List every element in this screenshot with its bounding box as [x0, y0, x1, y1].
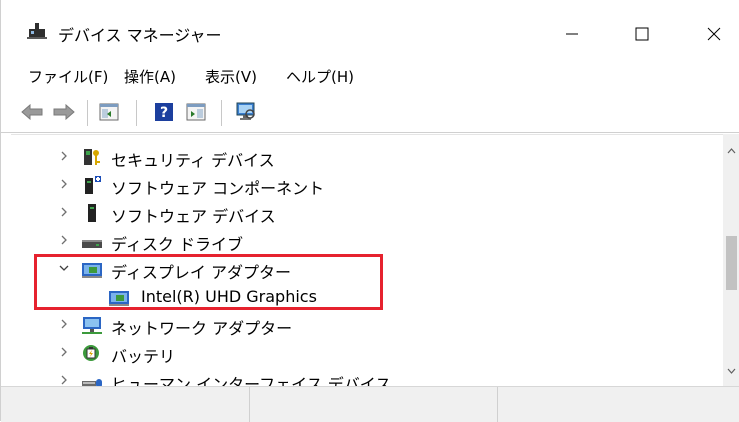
properties-icon: [186, 103, 206, 121]
toolbar-separator: [136, 100, 137, 126]
disk-drive-icon: [82, 240, 102, 248]
status-bar: [1, 386, 739, 422]
toolbar-separator: [87, 100, 88, 126]
chevron-right-icon[interactable]: [58, 234, 70, 246]
tree-item-label: ソフトウェア デバイス: [111, 207, 276, 226]
tree-item-disk-drives[interactable]: ディスク ドライブ: [11, 227, 711, 255]
tree-item-label: ソフトウェア コンポーネント: [111, 179, 325, 198]
toolbar: ?: [1, 92, 739, 133]
tree-item-network-adapters[interactable]: ネットワーク アダプター: [11, 311, 711, 339]
forward-button[interactable]: [51, 100, 77, 124]
tree-item-software-devices[interactable]: ソフトウェア デバイス: [11, 199, 711, 227]
menu-bar: ファイル(F) 操作(A) 表示(V) ヘルプ(H): [1, 60, 739, 90]
svg-text:?: ?: [160, 105, 168, 121]
scan-hardware-icon: [236, 102, 255, 120]
status-divider: [249, 387, 250, 422]
chevron-right-icon[interactable]: [58, 346, 70, 358]
scrollbar-thumb[interactable]: [726, 236, 737, 290]
menu-help[interactable]: ヘルプ(H): [286, 66, 354, 87]
tree-item-software-components[interactable]: ソフトウェア コンポーネント: [11, 171, 711, 199]
scroll-up-button[interactable]: [723, 142, 739, 159]
help-icon: ?: [155, 103, 173, 121]
maximize-button[interactable]: [619, 12, 665, 56]
network-adapter-icon: [82, 317, 102, 334]
vertical-scrollbar[interactable]: [723, 134, 739, 386]
chevron-right-icon[interactable]: [58, 206, 70, 218]
chevron-right-icon[interactable]: [58, 374, 70, 386]
tree-item-label: ディスク ドライブ: [111, 235, 243, 254]
software-component-icon: [85, 176, 101, 194]
help-button[interactable]: ?: [151, 100, 177, 124]
tree-item-security-devices[interactable]: セキュリティ デバイス: [11, 143, 711, 171]
show-hide-console-tree-button[interactable]: [96, 100, 122, 124]
chevron-right-icon[interactable]: [58, 318, 70, 330]
maximize-icon: [635, 27, 649, 41]
close-button[interactable]: [691, 12, 737, 56]
back-arrow-icon: [21, 104, 43, 120]
status-divider: [497, 387, 498, 422]
software-device-icon: [88, 204, 96, 222]
highlight-box: [34, 254, 383, 310]
menu-action[interactable]: 操作(A): [124, 66, 176, 87]
scroll-down-button[interactable]: [723, 362, 739, 379]
tree-item-label: バッテリ: [111, 347, 176, 366]
minimize-button[interactable]: [549, 12, 595, 56]
chevron-down-icon: [727, 368, 736, 374]
security-device-icon: [84, 149, 100, 165]
menu-file[interactable]: ファイル(F): [28, 66, 108, 87]
show-hide-console-tree-icon: [99, 103, 119, 121]
forward-arrow-icon: [53, 104, 75, 120]
tree-item-batteries[interactable]: バッテリ: [11, 339, 711, 367]
scan-hardware-button[interactable]: [233, 100, 259, 124]
minimize-icon: [566, 33, 578, 35]
properties-button[interactable]: [183, 100, 209, 124]
tree-item-label: セキュリティ デバイス: [111, 151, 275, 170]
device-manager-window: デバイス マネージャー ファイル(F) 操作(A) 表示(V) ヘルプ(H) ?…: [0, 0, 739, 422]
device-manager-icon: [27, 23, 47, 39]
tree-item-label: ネットワーク アダプター: [111, 319, 293, 338]
back-button[interactable]: [19, 100, 45, 124]
window-title: デバイス マネージャー: [58, 26, 222, 45]
toolbar-separator: [221, 100, 222, 126]
title-bar[interactable]: デバイス マネージャー: [1, 0, 739, 62]
battery-icon: [83, 345, 99, 361]
chevron-right-icon[interactable]: [58, 150, 70, 162]
chevron-up-icon: [727, 147, 736, 153]
chevron-right-icon[interactable]: [58, 178, 70, 190]
close-icon: [707, 27, 721, 41]
menu-view[interactable]: 表示(V): [205, 66, 257, 87]
